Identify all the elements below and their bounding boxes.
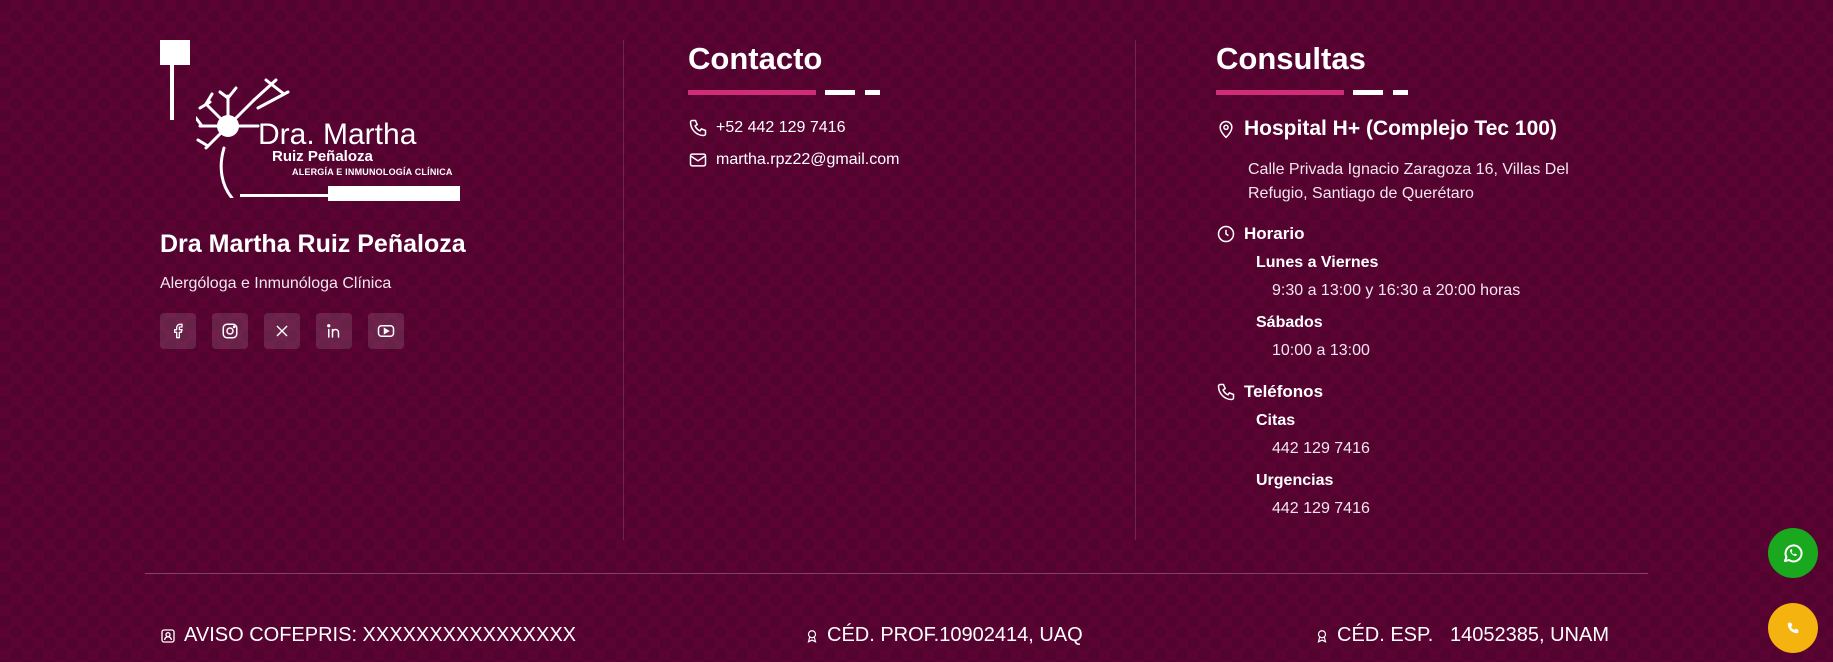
column-divider-1: [623, 40, 624, 540]
ced-prof-text: CÉD. PROF.10902414, UAQ: [827, 624, 1083, 646]
column-divider-2: [1135, 40, 1136, 540]
consultas-heading: Consultas: [1216, 41, 1366, 76]
logo-stem: [170, 65, 174, 120]
logo-underline: [240, 194, 330, 197]
logo-tagline: ALERGÍA E INMUNOLOGÍA CLÍNICA: [292, 167, 453, 177]
ced-esp-text: CÉD. ESP. 14052385, UNAM: [1337, 624, 1609, 646]
youtube-button[interactable]: [368, 313, 404, 349]
x-twitter-icon: [276, 325, 288, 337]
instagram-icon: [222, 323, 238, 339]
call-button[interactable]: [1768, 603, 1818, 653]
logo-subtitle: Ruiz Peñaloza: [272, 148, 373, 165]
id-badge-icon: [161, 628, 175, 643]
citas-label: Citas: [1256, 412, 1296, 429]
footer-divider: [145, 573, 1648, 574]
linkedin-icon: [327, 324, 340, 338]
weekdays-hours: 9:30 a 13:00 y 16:30 a 20:00 horas: [1272, 282, 1521, 299]
brand-column: Dra. Martha Ruiz Peñaloza ALERGÍA E INMU…: [160, 40, 600, 349]
doctor-role: Alergóloga e Inmunóloga Clínica: [160, 275, 392, 292]
youtube-icon: [377, 325, 395, 337]
logo[interactable]: Dra. Martha Ruiz Peñaloza ALERGÍA E INMU…: [160, 40, 460, 202]
logo-square: [160, 40, 190, 65]
location-title: Hospital H+ (Complejo Tec 100): [1244, 117, 1557, 140]
location-title-row: Hospital H+ (Complejo Tec 100): [1216, 112, 1666, 146]
phone-icon: [689, 119, 707, 137]
map-pin-icon: [1219, 120, 1233, 139]
citas-number[interactable]: 442 129 7416: [1272, 440, 1666, 462]
address-line-1: Calle Privada Ignacio Zaragoza 16, Villa…: [1248, 161, 1569, 178]
logo-bar: [328, 186, 460, 201]
telefonos-heading: Teléfonos: [1216, 380, 1666, 404]
saturday-hours: 10:00 a 13:00: [1272, 342, 1370, 359]
social-links: [160, 313, 600, 349]
contact-phone-link[interactable]: +52 442 129 7416: [688, 112, 1108, 144]
cofepris-text: AVISO COFEPRIS: XXXXXXXXXXXXXXXX: [184, 624, 576, 646]
whatsapp-icon: [1784, 544, 1803, 563]
contact-heading: Contacto: [688, 41, 823, 76]
logo-title: Dra. Martha: [258, 118, 417, 151]
x-twitter-button[interactable]: [264, 313, 300, 349]
contact-email-link[interactable]: martha.rpz22@gmail.com: [688, 144, 1108, 176]
consultas-column: Consultas Hospital H+ (Complejo Tec 100)…: [1216, 40, 1666, 522]
whatsapp-button[interactable]: [1768, 528, 1818, 578]
urgencias-number[interactable]: 442 129 7416: [1272, 500, 1666, 522]
contact-phone: +52 442 129 7416: [716, 119, 846, 136]
clock-icon: [1217, 225, 1235, 243]
contact-email: martha.rpz22@gmail.com: [716, 151, 900, 168]
phone-icon: [1787, 622, 1799, 634]
mail-icon: [689, 153, 707, 167]
doctor-name: Dra Martha Ruiz Peñaloza: [160, 230, 466, 258]
phone-icon: [1217, 383, 1235, 401]
award-icon: [807, 629, 817, 643]
address-line-2: Refugio, Santiago de Querétaro: [1248, 185, 1474, 202]
horario-label: Horario: [1244, 224, 1305, 243]
award-icon: [1317, 629, 1327, 643]
linkedin-button[interactable]: [316, 313, 352, 349]
contact-column: Contacto +52 442 129 7416 martha.rpz22@g…: [688, 40, 1108, 176]
heading-decoration: [1216, 90, 1666, 96]
weekdays-label: Lunes a Viernes: [1256, 254, 1379, 271]
facebook-icon: [174, 323, 183, 339]
saturday-label: Sábados: [1256, 314, 1323, 331]
facebook-button[interactable]: [160, 313, 196, 349]
ced-esp: CÉD. ESP. 14052385, UNAM: [1315, 624, 1609, 647]
telefonos-label: Teléfonos: [1244, 382, 1324, 401]
instagram-button[interactable]: [212, 313, 248, 349]
ced-prof: CÉD. PROF.10902414, UAQ: [805, 624, 1083, 647]
urgencias-label: Urgencias: [1256, 472, 1334, 489]
heading-decoration: [688, 90, 1108, 96]
cofepris-notice: AVISO COFEPRIS: XXXXXXXXXXXXXXXX: [160, 624, 576, 647]
horario-heading: Horario: [1216, 222, 1666, 246]
address: Calle Privada Ignacio Zaragoza 16, Villa…: [1248, 158, 1666, 206]
